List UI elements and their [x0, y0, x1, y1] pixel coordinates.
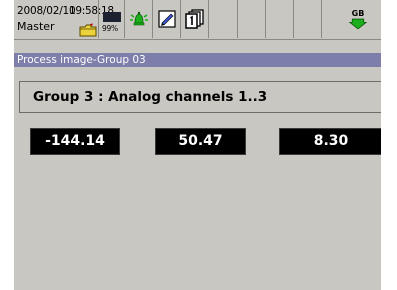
- page-stack-icon: [185, 9, 204, 29]
- info-box: 2008/02/11 09:58:18 Master: [14, 0, 114, 38]
- folder-icon: [79, 23, 97, 37]
- group-header: Group 3 : Analog channels 1..3: [19, 81, 381, 113]
- channel-value: 50.47: [178, 133, 223, 149]
- arrow-icon: [349, 18, 367, 30]
- channel-value-tile[interactable]: -144.14: [30, 128, 120, 155]
- memory-percent: 99%: [102, 24, 118, 33]
- memory-status[interactable]: 99%: [99, 0, 125, 38]
- edit-button[interactable]: [153, 0, 181, 38]
- date-display: 2008/02/11: [17, 5, 76, 17]
- status-slot-empty: [294, 0, 322, 38]
- edit-note-icon: [158, 10, 176, 28]
- alarm-button[interactable]: [125, 0, 153, 38]
- memory-card-icon: [103, 12, 121, 22]
- title-bar: Process image-Group 03: [14, 53, 381, 67]
- alarm-bell-icon: [130, 11, 148, 26]
- channel-value-tile[interactable]: 8.30: [279, 128, 381, 155]
- pages-button[interactable]: [181, 0, 209, 38]
- language-button[interactable]: GB: [322, 0, 381, 38]
- channel-value: -144.14: [45, 133, 105, 149]
- channel-value: 8.30: [313, 133, 349, 149]
- group-header-label: Group 3 : Analog channels 1..3: [33, 89, 268, 105]
- language-switch-icon: GB: [347, 9, 369, 31]
- language-code: GB: [351, 9, 365, 18]
- status-slot-empty: [266, 0, 294, 38]
- status-bar: 2008/02/11 09:58:18 Master 99% GB: [14, 0, 381, 40]
- page-title: Process image-Group 03: [17, 54, 146, 66]
- device-screen: 2008/02/11 09:58:18 Master 99% GB Proces…: [14, 0, 381, 290]
- channel-value-tile[interactable]: 50.47: [155, 128, 246, 155]
- user-display: Master: [17, 20, 55, 33]
- status-slot-empty: [238, 0, 266, 38]
- status-slot-empty: [209, 0, 238, 38]
